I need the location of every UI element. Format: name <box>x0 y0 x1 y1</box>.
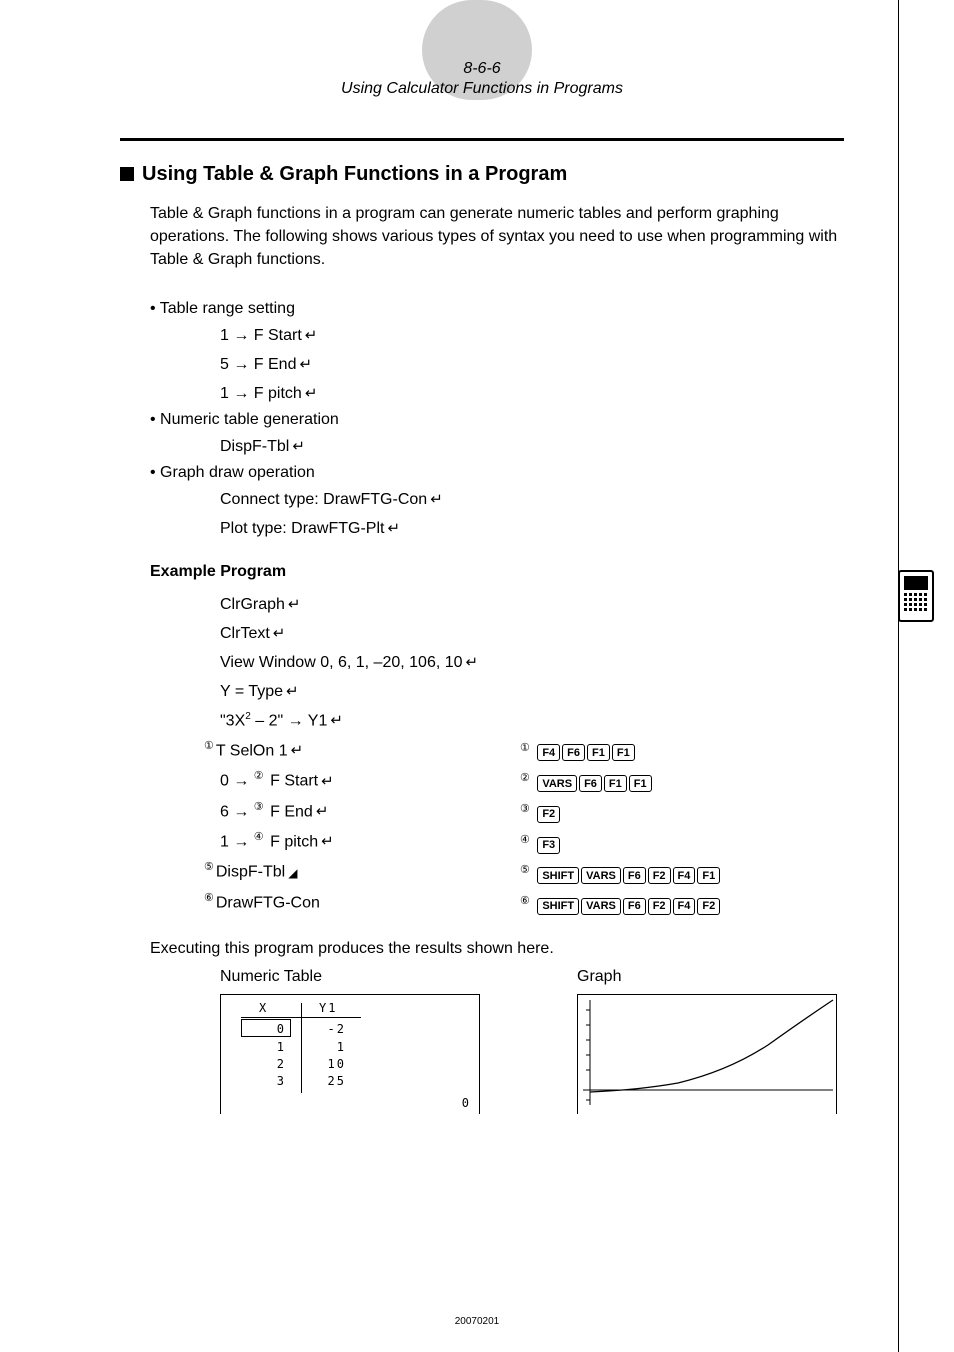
key-f1: F1 <box>697 867 720 884</box>
output-icon <box>285 864 297 881</box>
key-vars: VARS <box>581 867 621 884</box>
code-line: Plot type: DrawFTG-Plt <box>220 517 844 541</box>
key-f4: F4 <box>673 898 696 915</box>
code-line: ①T SelOn 1 <box>204 738 500 763</box>
code-line: 1 → F pitch <box>220 382 844 406</box>
code-line: 5 → F End <box>220 353 844 377</box>
code-line: 6 → ③ F End <box>220 799 500 824</box>
lcd-table: X Y1 0 -2 1 1 2 10 3 25 0 <box>220 994 480 1114</box>
key-f2: F2 <box>537 806 560 823</box>
key-sequence: ① F4F6F1F1 <box>520 738 844 769</box>
key-f6: F6 <box>579 775 602 792</box>
section-heading: Using Table & Graph Functions in a Progr… <box>120 163 844 186</box>
enter-icon <box>296 356 312 373</box>
key-f2: F2 <box>648 867 671 884</box>
page-number: 8-6-6 <box>120 60 844 78</box>
code-line: ⑤DispF-Tbl <box>204 859 500 884</box>
bullet-graph-draw: • Graph draw operation <box>150 464 844 482</box>
key-f3: F3 <box>537 837 560 854</box>
key-vars: VARS <box>537 775 577 792</box>
code-line: 0 → ② F Start <box>220 768 500 793</box>
numeric-table-result: Numeric Table X Y1 0 -2 1 1 2 10 3 25 0 <box>220 968 487 1114</box>
right-margin-rule <box>898 0 899 1352</box>
enter-icon <box>318 773 334 790</box>
key-sequence: ② VARSF6F1F1 <box>520 768 844 799</box>
key-f4: F4 <box>537 744 560 761</box>
bullet-table-range: • Table range setting <box>150 300 844 318</box>
graph-result: Graph <box>577 968 844 1114</box>
enter-icon <box>384 520 400 537</box>
bullet-numeric-table: • Numeric table generation <box>150 411 844 429</box>
enter-icon <box>285 596 301 613</box>
key-f1: F1 <box>587 744 610 761</box>
example-code-column: ClrGraph ClrText View Window 0, 6, 1, –2… <box>120 593 500 922</box>
key-sequence-column: ① F4F6F1F1 ② VARSF6F1F1 ③ F2 ④ F3 ⑤ SHIF… <box>500 593 844 922</box>
key-shift: SHIFT <box>537 867 579 884</box>
key-sequence: ③ F2 <box>520 799 844 830</box>
key-vars: VARS <box>581 898 621 915</box>
enter-icon <box>270 625 286 642</box>
enter-icon <box>318 833 334 850</box>
enter-icon <box>313 803 329 820</box>
enter-icon <box>327 712 343 729</box>
intro-paragraph: Table & Graph functions in a program can… <box>150 202 844 272</box>
key-f2: F2 <box>648 898 671 915</box>
footer-date: 20070201 <box>0 1316 954 1327</box>
key-f1: F1 <box>612 744 635 761</box>
key-f1: F1 <box>629 775 652 792</box>
graph-svg <box>578 995 836 1113</box>
key-f2: F2 <box>697 898 720 915</box>
section-divider <box>120 138 844 141</box>
enter-icon <box>288 742 304 759</box>
key-f1: F1 <box>604 775 627 792</box>
enter-icon <box>427 491 443 508</box>
key-sequence: ⑥ SHIFTVARSF6F2F4F2 <box>520 891 844 922</box>
key-f4: F4 <box>673 867 696 884</box>
key-sequence: ⑤ SHIFTVARSF6F2F4F1 <box>520 860 844 891</box>
numeric-table-label: Numeric Table <box>220 968 487 986</box>
code-line: 1 → ④ F pitch <box>220 829 500 854</box>
header-title: Using Calculator Functions in Programs <box>120 80 844 98</box>
code-line: ClrGraph <box>220 593 500 617</box>
enter-icon <box>283 683 299 700</box>
key-shift: SHIFT <box>537 898 579 915</box>
example-heading: Example Program <box>150 563 844 581</box>
enter-icon <box>289 438 305 455</box>
lcd-graph <box>577 994 837 1114</box>
key-f6: F6 <box>562 744 585 761</box>
graph-label: Graph <box>577 968 844 986</box>
code-line: ClrText <box>220 622 500 646</box>
key-sequence: ④ F3 <box>520 830 844 861</box>
code-line: 1 → F Start <box>220 324 844 348</box>
enter-icon <box>463 654 479 671</box>
header: 8-6-6 Using Calculator Functions in Prog… <box>120 60 844 98</box>
code-line: ⑥DrawFTG-Con <box>204 890 500 915</box>
calculator-icon <box>898 570 934 622</box>
heading-bullet-icon <box>120 167 134 181</box>
key-f6: F6 <box>623 898 646 915</box>
code-line: View Window 0, 6, 1, –20, 106, 10 <box>220 651 500 675</box>
key-f6: F6 <box>623 867 646 884</box>
enter-icon <box>302 385 318 402</box>
code-line: Connect type: DrawFTG-Con <box>220 488 844 512</box>
exec-text: Executing this program produces the resu… <box>150 940 844 958</box>
enter-icon <box>302 327 318 344</box>
code-line: Y = Type <box>220 680 500 704</box>
code-line: "3X2 – 2" → Y1 <box>220 709 500 733</box>
code-line: DispF-Tbl <box>220 435 844 459</box>
